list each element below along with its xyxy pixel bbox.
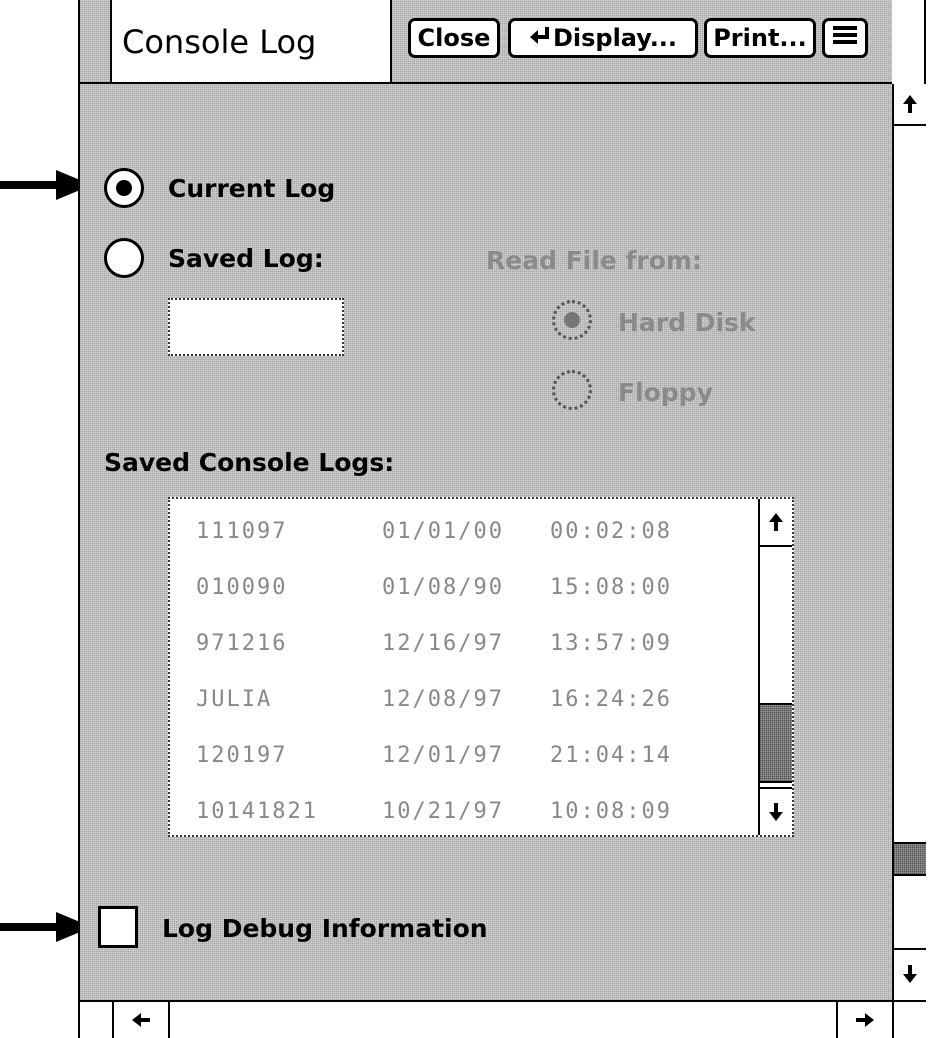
log-date: 10/21/97 bbox=[382, 799, 504, 824]
list-item[interactable]: 111097 01/01/00 00:02:08 bbox=[170, 507, 760, 557]
list-item[interactable]: 10141821 10/21/97 10:08:09 bbox=[170, 787, 760, 837]
log-name: JULIA bbox=[196, 687, 273, 712]
display-button[interactable]: Display... bbox=[508, 18, 698, 58]
window-title: Console Log bbox=[122, 23, 317, 61]
menu-button[interactable] bbox=[822, 18, 868, 58]
window-vertical-scrollbar[interactable] bbox=[892, 84, 926, 1000]
saved-log-label: Saved Log: bbox=[168, 244, 324, 273]
log-debug-checkbox[interactable] bbox=[98, 906, 138, 948]
close-button[interactable]: Close bbox=[408, 18, 500, 58]
saved-log-name-field[interactable] bbox=[168, 298, 344, 356]
display-button-label: Display... bbox=[552, 24, 678, 52]
log-name: 111097 bbox=[196, 519, 288, 544]
hamburger-menu-icon bbox=[833, 24, 857, 52]
log-time: 00:02:08 bbox=[550, 519, 672, 544]
log-time: 10:08:09 bbox=[550, 799, 672, 824]
arrow-down-icon[interactable] bbox=[760, 787, 792, 835]
radio-selected-dot bbox=[564, 312, 580, 328]
list-scroll-thumb[interactable] bbox=[760, 703, 792, 783]
log-time: 13:57:09 bbox=[550, 631, 672, 656]
log-name: 120197 bbox=[196, 743, 288, 768]
log-date: 12/08/97 bbox=[382, 687, 504, 712]
hard-disk-radio[interactable] bbox=[552, 300, 592, 340]
log-name: 971216 bbox=[196, 631, 288, 656]
log-debug-label: Log Debug Information bbox=[162, 914, 488, 943]
list-item[interactable]: JULIA 12/08/97 16:24:26 bbox=[170, 675, 760, 725]
current-log-label: Current Log bbox=[168, 174, 336, 203]
floppy-label: Floppy bbox=[618, 378, 713, 407]
arrow-left-icon[interactable] bbox=[112, 1002, 170, 1038]
list-item[interactable]: 120197 12/01/97 21:04:14 bbox=[170, 731, 760, 781]
hard-disk-label: Hard Disk bbox=[618, 308, 756, 337]
arrow-up-icon[interactable] bbox=[760, 499, 792, 547]
return-arrow-icon bbox=[529, 24, 551, 52]
print-button[interactable]: Print... bbox=[704, 18, 816, 58]
log-date: 12/01/97 bbox=[382, 743, 504, 768]
list-item[interactable]: 010090 01/08/90 15:08:00 bbox=[170, 563, 760, 613]
saved-console-logs-label: Saved Console Logs: bbox=[104, 448, 395, 477]
log-time: 15:08:00 bbox=[550, 575, 672, 600]
log-time: 16:24:26 bbox=[550, 687, 672, 712]
saved-logs-list[interactable]: 111097 01/01/00 00:02:08 010090 01/08/90… bbox=[168, 497, 794, 837]
log-time: 21:04:14 bbox=[550, 743, 672, 768]
window-horizontal-scrollbar[interactable] bbox=[80, 1000, 926, 1038]
list-item[interactable]: 971216 12/16/97 13:57:09 bbox=[170, 619, 760, 669]
arrow-right-icon[interactable] bbox=[836, 1002, 894, 1038]
floppy-radio[interactable] bbox=[552, 370, 592, 410]
arrow-up-icon[interactable] bbox=[894, 84, 926, 126]
current-log-radio[interactable] bbox=[104, 168, 144, 208]
list-scrollbar[interactable] bbox=[758, 499, 792, 835]
radio-selected-dot bbox=[116, 180, 132, 196]
arrow-down-icon[interactable] bbox=[894, 948, 926, 998]
read-file-from-label: Read File from: bbox=[486, 246, 702, 275]
saved-log-radio[interactable] bbox=[104, 238, 144, 278]
log-name: 10141821 bbox=[196, 799, 318, 824]
log-date: 01/01/00 bbox=[382, 519, 504, 544]
log-date: 01/08/90 bbox=[382, 575, 504, 600]
window-scroll-thumb[interactable] bbox=[894, 842, 926, 876]
log-date: 12/16/97 bbox=[382, 631, 504, 656]
log-name: 010090 bbox=[196, 575, 288, 600]
